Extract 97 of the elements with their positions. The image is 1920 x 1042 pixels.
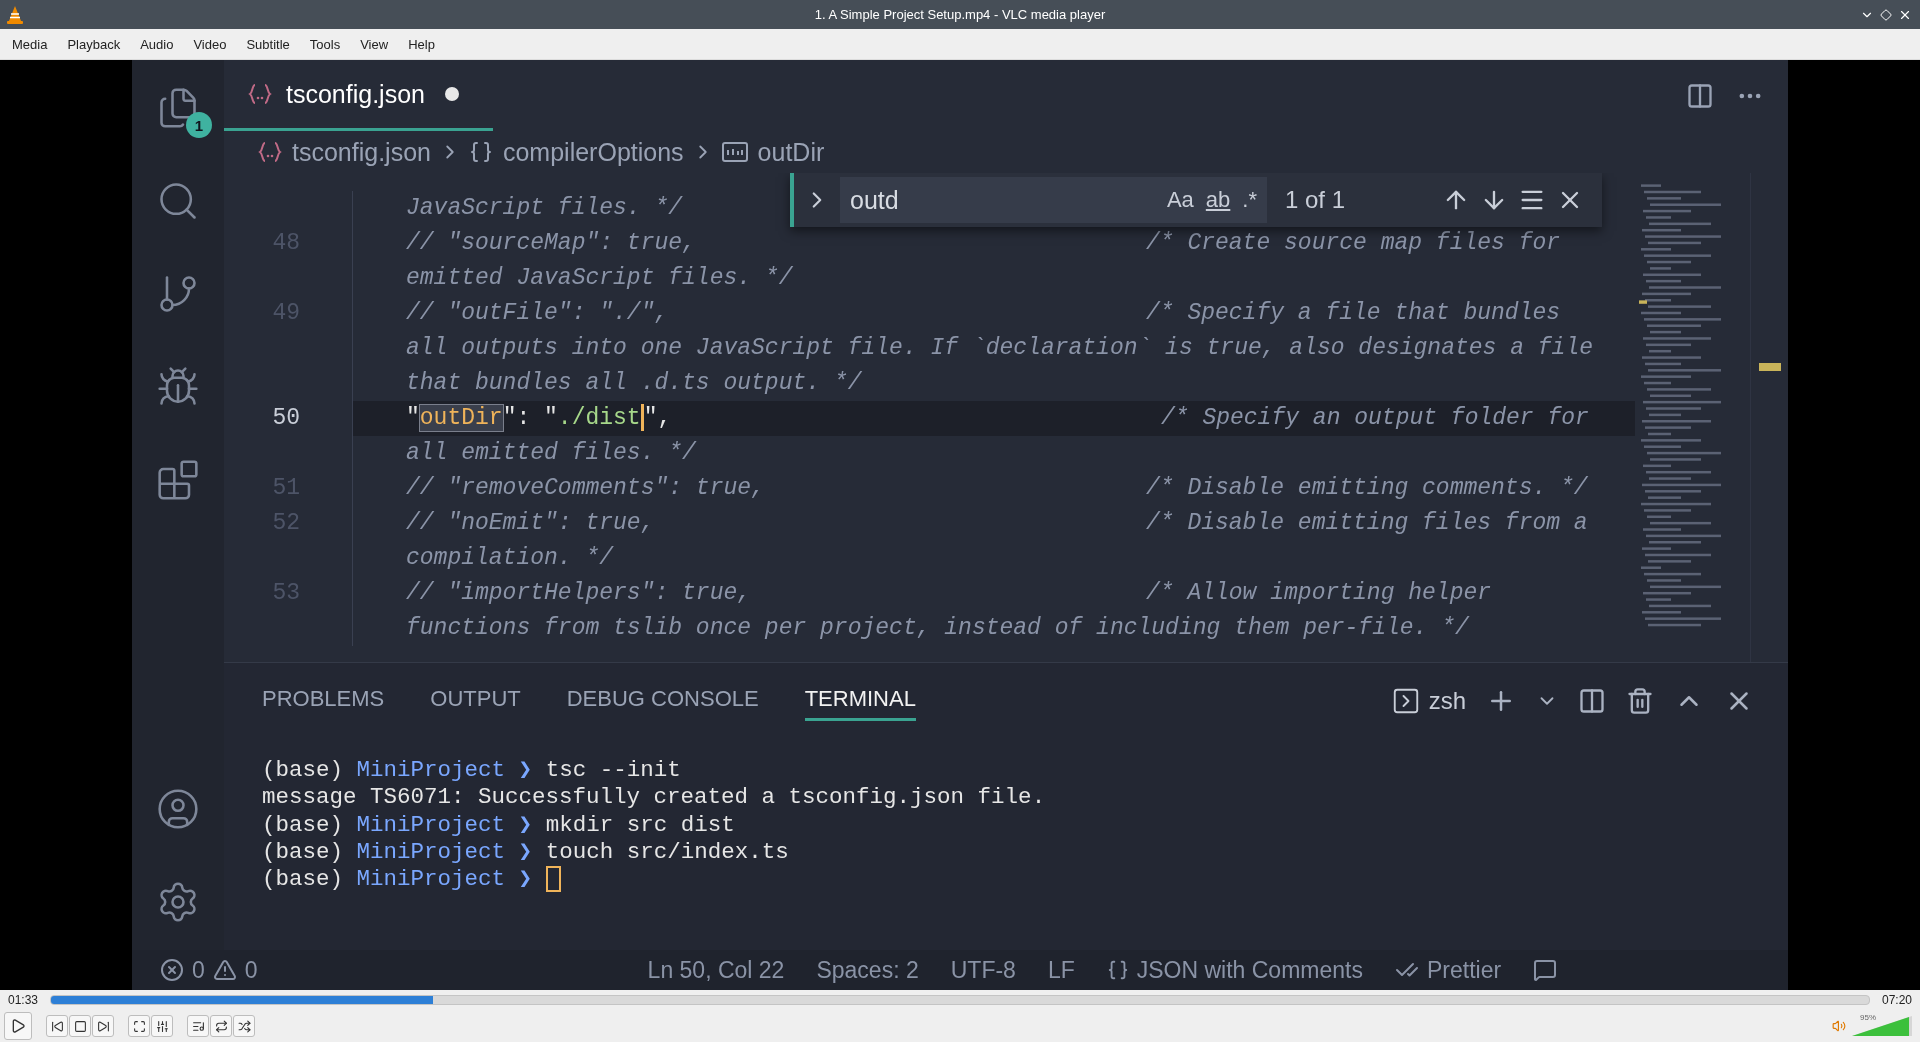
blocks-icon[interactable] <box>156 458 200 502</box>
code-line: // "outFile": "./", <box>406 300 669 326</box>
terminal-line: (base) MiniProject ❯ tsc --init <box>262 757 682 785</box>
breadcrumb-item[interactable]: outDir <box>757 137 825 167</box>
account-icon[interactable] <box>156 787 200 831</box>
json-file-icon <box>258 141 282 163</box>
code-comment: /* Create source map files for <box>1146 229 1561 258</box>
warning-icon <box>212 958 237 982</box>
string-field-icon <box>721 142 748 162</box>
vlc-cone-icon <box>6 4 24 25</box>
find-field[interactable]: outd Aa ab .* <box>840 177 1267 223</box>
code-comment: /* Specify a file that bundles <box>1146 299 1561 328</box>
menu-item[interactable]: Audio <box>130 36 184 52</box>
terminal-line: (base) MiniProject ❯ touch src/index.ts <box>262 838 790 867</box>
terminal-line: (base) MiniProject ❯ <box>262 866 1788 894</box>
code-comment: /* Disable emitting comments. */ <box>1146 474 1588 503</box>
extended-settings-button[interactable] <box>151 1015 173 1037</box>
scroll-marker <box>1759 363 1781 371</box>
menu-item[interactable]: Help <box>398 36 445 52</box>
elapsed-time: 01:33 <box>8 993 39 1007</box>
window-title: 1. A Simple Project Setup.mp4 - VLC media player <box>813 7 1107 22</box>
random-button[interactable] <box>233 1015 255 1037</box>
code-comment: /* Specify an output folder for <box>1161 404 1589 433</box>
fullscreen-icon <box>132 1019 146 1033</box>
panel-tab[interactable]: PROBLEMS <box>262 680 385 721</box>
extended-settings-icon <box>155 1019 169 1033</box>
next-button[interactable] <box>92 1015 114 1037</box>
editor-tab[interactable]: tsconfig.json <box>224 60 493 131</box>
terminal-line: (base) MiniProject ❯ mkdir src dist <box>262 811 736 839</box>
text-cursor <box>640 404 644 432</box>
playlist-button[interactable] <box>187 1015 209 1037</box>
status-item[interactable]: UTF-8 <box>950 956 1016 984</box>
code-line: JavaScript files. */ <box>406 195 683 221</box>
play-icon <box>10 1018 26 1034</box>
language-mode[interactable]: JSON with Comments <box>1106 956 1363 984</box>
terminal-selector[interactable]: zsh <box>1390 685 1466 716</box>
playlist-icon <box>191 1019 205 1033</box>
fullscreen-button[interactable] <box>128 1015 150 1037</box>
stop-icon <box>73 1019 87 1033</box>
match-count: 1 of 1 <box>1285 186 1346 214</box>
menu-item[interactable]: Media <box>2 36 58 52</box>
split-editor-icon[interactable] <box>1686 81 1714 110</box>
code-line: compilation. */ <box>406 545 614 571</box>
braces-icon <box>1106 959 1129 981</box>
status-item[interactable]: Ln 50, Col 22 <box>647 956 785 984</box>
line-number: 50 <box>271 404 301 433</box>
split-icon[interactable] <box>1578 686 1606 715</box>
status-item[interactable]: LF <box>1047 956 1075 984</box>
stop-button[interactable] <box>69 1015 91 1037</box>
code-comment: /* Disable emitting files from a <box>1146 509 1588 538</box>
next-icon <box>96 1019 110 1033</box>
previous-icon <box>50 1019 64 1033</box>
volume-icon[interactable] <box>1832 1019 1846 1033</box>
random-icon <box>237 1019 251 1033</box>
terminal-line: message TS6071: Successfully created a tsconfig.json file. <box>262 784 1047 812</box>
code-line: // "noEmit": true, <box>406 510 655 536</box>
status-item[interactable]: Spaces: 2 <box>816 956 919 984</box>
menu-item[interactable]: Playback <box>57 36 131 52</box>
loop-icon <box>214 1019 228 1033</box>
json-file-icon <box>248 83 272 105</box>
code-line: // "removeComments": true, <box>406 475 765 501</box>
menu-item[interactable]: Subtitle <box>236 36 300 52</box>
code-line: // "importHelpers": true, <box>406 580 752 606</box>
breadcrumb-item[interactable]: compilerOptions <box>502 137 684 167</box>
volume-reading: 95% <box>1860 1013 1876 1022</box>
formatter-status[interactable]: Prettier <box>1394 956 1502 984</box>
menu-item[interactable]: View <box>350 36 399 52</box>
code-comment: /* Allow importing helper <box>1146 579 1492 608</box>
code-line: // "sourceMap": true, <box>406 230 696 256</box>
loop-button[interactable] <box>210 1015 232 1037</box>
previous-button[interactable] <box>46 1015 68 1037</box>
trash-icon[interactable] <box>1626 686 1654 715</box>
menu-item[interactable]: Tools <box>299 36 351 52</box>
panel-tab[interactable]: OUTPUT <box>430 680 521 721</box>
play-button[interactable] <box>4 1012 32 1040</box>
count-badge: 1 <box>186 112 212 138</box>
total-time: 07:20 <box>1881 993 1912 1007</box>
code-line: all emitted files. */ <box>406 440 696 466</box>
find-option[interactable]: .* <box>1242 187 1257 213</box>
find-option[interactable]: Aa <box>1166 187 1194 213</box>
code-line: emitted JavaScript files. */ <box>406 265 793 291</box>
code-line: functions from tslib once per project, instead of including them per-file. */ <box>406 615 1469 641</box>
code-line: that bundles all .d.ts output. */ <box>406 370 862 396</box>
feedback-icon[interactable] <box>1533 958 1558 982</box>
find-option[interactable]: ab <box>1205 187 1231 213</box>
errors-indicator[interactable]: 0 <box>160 956 205 984</box>
panel-tab[interactable]: DEBUG CONSOLE <box>566 680 759 721</box>
error-icon <box>160 958 184 982</box>
seek-bar[interactable] <box>50 995 1870 1005</box>
menu-item[interactable]: Video <box>183 36 237 52</box>
code-line: "outDir": "./dist", <box>406 403 673 434</box>
warnings-indicator[interactable]: 0 <box>212 956 258 984</box>
maximize-icon[interactable] <box>1880 8 1892 21</box>
panel-tab[interactable]: TERMINAL <box>804 680 916 721</box>
braces-icon <box>468 140 493 164</box>
code-line: all outputs into one JavaScript file. If `declaration` is true, also designates a file <box>406 335 1593 361</box>
breadcrumb-item[interactable]: tsconfig.json <box>292 137 431 167</box>
